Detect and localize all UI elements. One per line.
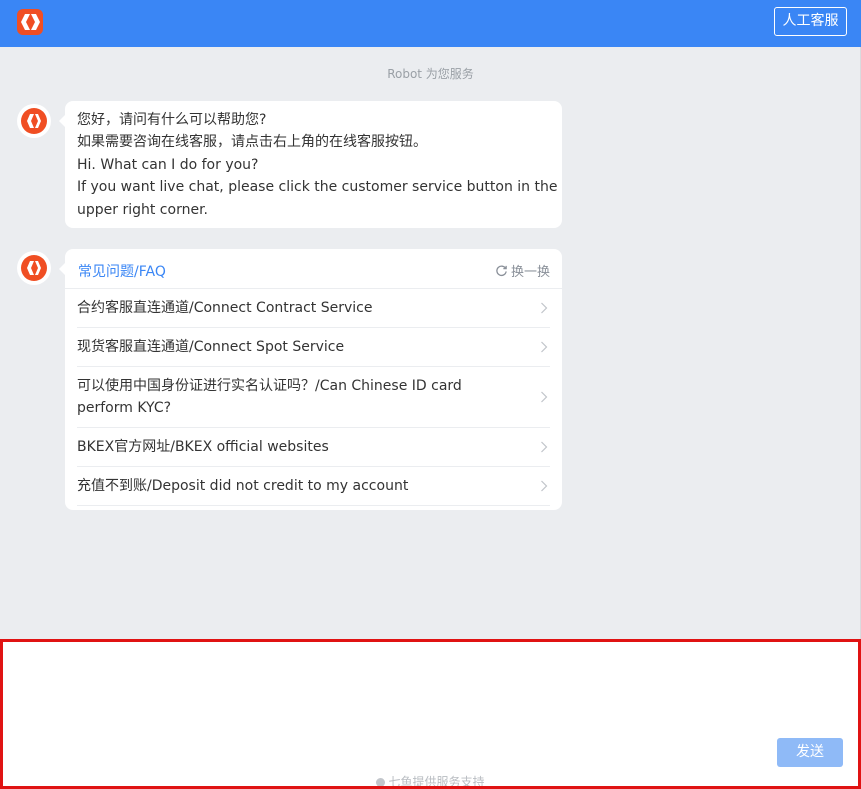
greeting-line: If you want live chat, please click the … <box>77 179 558 196</box>
chevron-right-icon <box>541 302 548 314</box>
refresh-icon <box>496 265 507 277</box>
chevron-right-icon <box>541 441 548 453</box>
bot-avatar <box>17 251 51 285</box>
support-footer: 七鱼提供服务支持 <box>3 773 858 786</box>
greeting-line: 您好，请问有什么可以帮助您? <box>77 112 267 128</box>
customer-service-window: 人工客服 Robot 为您服务 您好，请问有什么可以帮助您? 如果需要咨询在线客… <box>0 0 861 789</box>
faq-item-label: 充值不到账/Deposit did not credit to my accou… <box>77 478 409 494</box>
refresh-label: 换一换 <box>510 265 550 280</box>
service-note: Robot 为您服务 <box>387 67 474 81</box>
faq-header: 常见问题/FAQ 换一换 <box>65 249 562 289</box>
bot-avatar <box>17 104 51 138</box>
chevron-right-icon <box>541 341 548 353</box>
greeting-line: upper right corner. <box>77 201 208 218</box>
chevron-right-icon <box>541 480 548 492</box>
faq-item[interactable]: BKEX官方网址/BKEX official websites <box>77 428 550 467</box>
faq-item[interactable]: 充值不到账/Deposit did not credit to my accou… <box>77 467 550 506</box>
faq-item-label: 可以使用中国身份证进行实名认证吗？/Can Chinese ID card pe… <box>77 378 462 416</box>
qiyu-icon <box>376 778 386 786</box>
human-service-button[interactable]: 人工客服 <box>774 7 847 36</box>
faq-item-label: 合约客服直连通道/Connect Contract Service <box>77 300 373 316</box>
header-bar: 人工客服 <box>0 0 861 47</box>
faq-item[interactable]: 合约客服直连通道/Connect Contract Service <box>77 289 550 328</box>
faq-item[interactable]: 可以使用中国身份证进行实名认证吗？/Can Chinese ID card pe… <box>77 367 550 428</box>
faq-item-label: 现货客服直连通道/Connect Spot Service <box>77 339 345 355</box>
greeting-line: 如果需要咨询在线客服，请点击右上角的在线客服按钮。 <box>77 134 427 151</box>
message-input[interactable] <box>13 650 848 735</box>
send-button[interactable]: 发送 <box>777 738 843 767</box>
bkex-logo-icon <box>17 9 43 35</box>
message-input-area: 发送 七鱼提供服务支持 <box>0 639 861 789</box>
refresh-button[interactable]: 换一换 <box>495 261 550 280</box>
faq-list: 合约客服直连通道/Connect Contract Service 现货客服直连… <box>65 289 562 506</box>
chat-area[interactable]: Robot 为您服务 您好，请问有什么可以帮助您? 如果需要咨询在线客服，请点击… <box>0 47 861 639</box>
support-text: 七鱼提供服务支持 <box>388 775 485 786</box>
chevron-right-icon <box>541 391 548 403</box>
bkex-logo-icon <box>21 108 47 134</box>
faq-item[interactable]: 现货客服直连通道/Connect Spot Service <box>77 328 550 367</box>
greeting-line: Hi. What can I do for you? <box>77 156 259 173</box>
faq-card: 常见问题/FAQ 换一换 合约客服直连通道/Connect Contract S… <box>59 249 562 510</box>
bkex-logo-icon <box>21 255 47 281</box>
faq-item-label: BKEX官方网址/BKEX official websites <box>77 439 329 455</box>
greeting-message: 您好，请问有什么可以帮助您? 如果需要咨询在线客服，请点击右上角的在线客服按钮。… <box>59 101 562 228</box>
faq-title: 常见问题/FAQ <box>78 264 166 280</box>
